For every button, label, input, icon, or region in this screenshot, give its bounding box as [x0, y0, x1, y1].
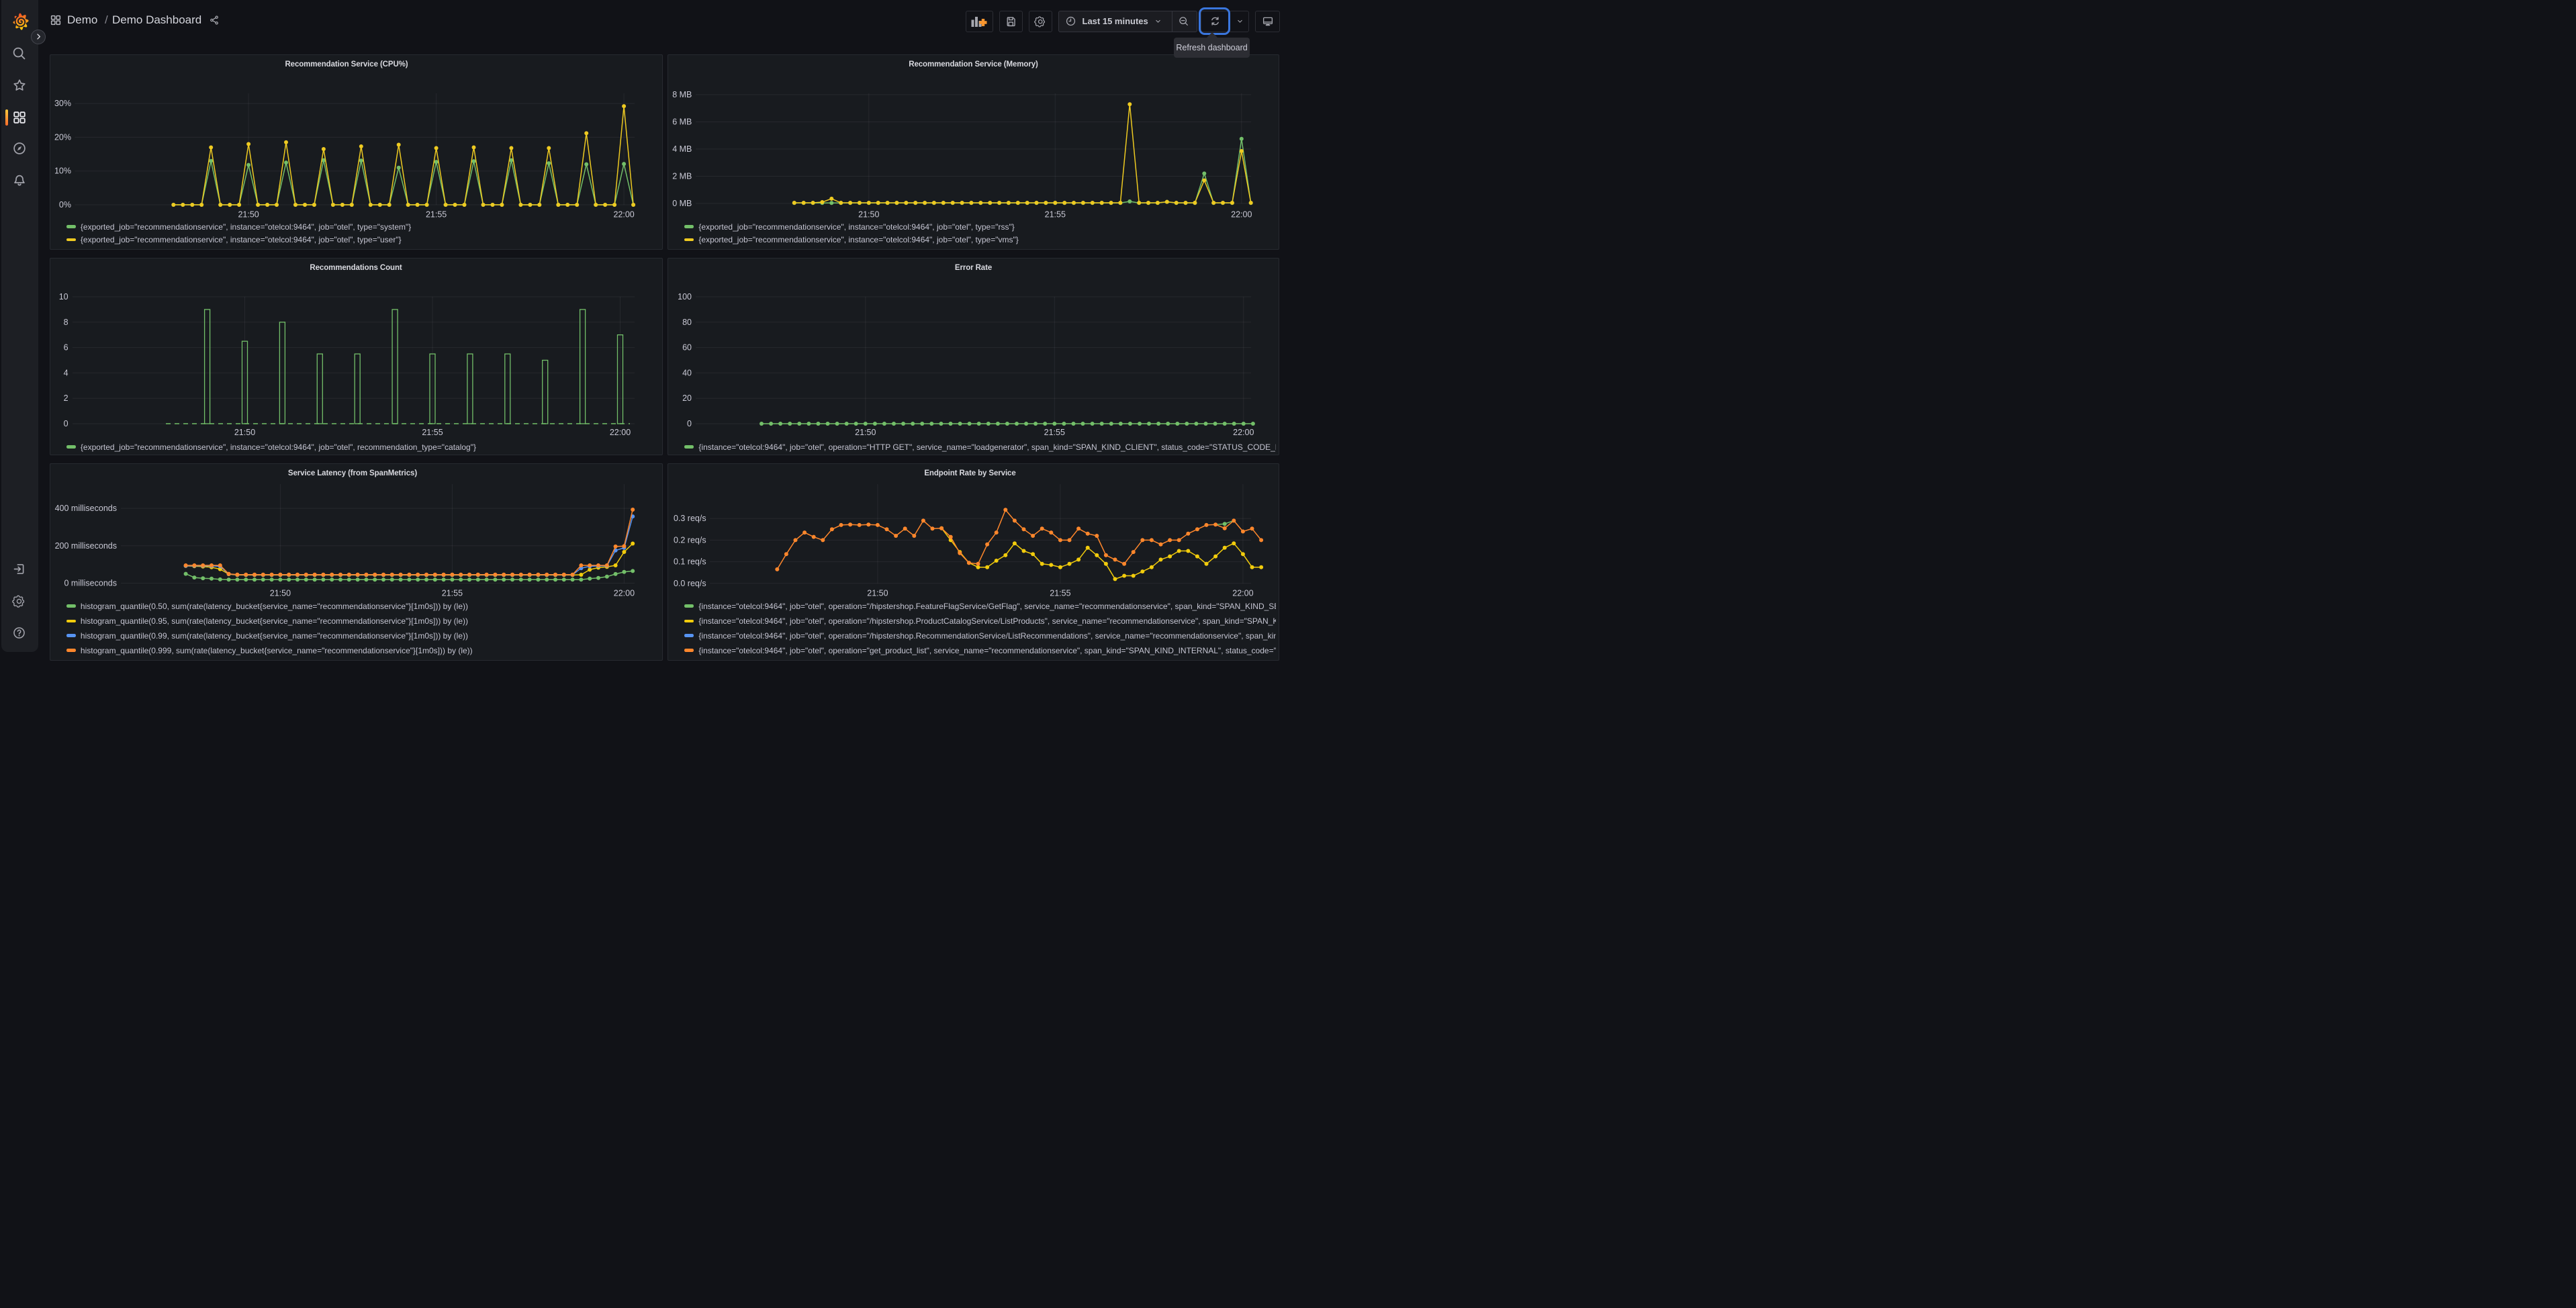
svg-text:40: 40: [682, 368, 692, 377]
svg-text:21:50: 21:50: [867, 588, 888, 598]
svg-text:21:55: 21:55: [1050, 588, 1070, 598]
svg-text:10%: 10%: [54, 166, 71, 175]
svg-text:22:00: 22:00: [1233, 428, 1254, 437]
svg-text:30%: 30%: [54, 99, 71, 108]
svg-text:4: 4: [63, 368, 68, 377]
svg-text:20: 20: [682, 393, 692, 403]
svg-text:0 milliseconds: 0 milliseconds: [64, 578, 117, 588]
svg-text:8 MB: 8 MB: [672, 90, 692, 99]
svg-text:21:55: 21:55: [425, 209, 446, 219]
svg-text:60: 60: [682, 342, 692, 352]
svg-text:0%: 0%: [58, 200, 71, 209]
svg-text:200 milliseconds: 200 milliseconds: [54, 541, 116, 550]
svg-text:21:55: 21:55: [422, 428, 443, 437]
svg-text:21:55: 21:55: [1044, 428, 1065, 437]
svg-text:2 MB: 2 MB: [672, 171, 692, 181]
svg-text:2: 2: [63, 393, 68, 403]
svg-text:0.1 req/s: 0.1 req/s: [674, 557, 706, 566]
svg-text:21:55: 21:55: [441, 588, 462, 598]
svg-text:21:55: 21:55: [1045, 209, 1066, 219]
svg-text:20%: 20%: [54, 132, 71, 142]
svg-text:8: 8: [63, 317, 68, 326]
svg-text:22:00: 22:00: [609, 428, 630, 437]
svg-text:21:50: 21:50: [234, 428, 255, 437]
svg-text:22:00: 22:00: [1232, 588, 1253, 598]
svg-text:6 MB: 6 MB: [672, 117, 692, 126]
svg-text:100: 100: [678, 292, 692, 301]
svg-text:0: 0: [687, 419, 692, 428]
svg-text:400 milliseconds: 400 milliseconds: [54, 504, 116, 513]
svg-text:21:50: 21:50: [855, 428, 876, 437]
svg-text:22:00: 22:00: [613, 588, 634, 598]
svg-text:10: 10: [58, 292, 68, 301]
svg-text:0.3 req/s: 0.3 req/s: [674, 514, 706, 523]
svg-text:21:50: 21:50: [858, 209, 879, 219]
svg-text:0.0 req/s: 0.0 req/s: [674, 578, 706, 588]
svg-text:22:00: 22:00: [1231, 209, 1252, 219]
svg-text:21:50: 21:50: [238, 209, 259, 219]
svg-text:0 MB: 0 MB: [672, 199, 692, 208]
svg-text:0.2 req/s: 0.2 req/s: [674, 535, 706, 545]
svg-text:0: 0: [63, 419, 68, 428]
svg-text:22:00: 22:00: [613, 209, 634, 219]
svg-text:4 MB: 4 MB: [672, 144, 692, 154]
svg-text:21:50: 21:50: [269, 588, 290, 598]
svg-text:80: 80: [682, 317, 692, 326]
svg-text:6: 6: [63, 342, 68, 352]
